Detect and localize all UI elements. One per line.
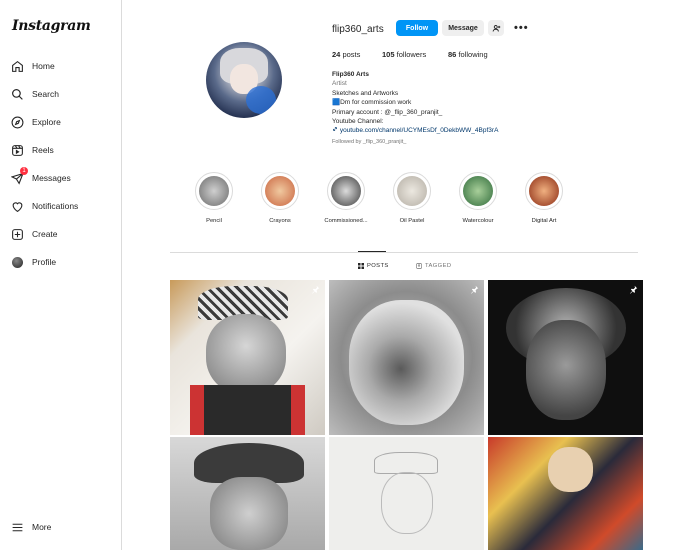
highlight-pencil[interactable]: Pencil	[184, 172, 244, 224]
heart-icon	[10, 199, 24, 213]
sidebar-item-messages[interactable]: 1 Messages	[10, 167, 71, 187]
pin-icon	[630, 285, 638, 294]
plus-square-icon	[10, 227, 24, 241]
sidebar-item-label: Reels	[32, 145, 54, 155]
bio-link[interactable]: youtube.com/channel/UCYMEsDf_0DekbWW_4Bp…	[332, 126, 498, 135]
sidebar-item-home[interactable]: Home	[10, 57, 55, 75]
reels-icon	[10, 143, 24, 157]
grid-icon	[358, 263, 364, 269]
post-thumbnail[interactable]	[170, 437, 325, 550]
add-person-icon	[492, 24, 500, 32]
highlight-digital-art[interactable]: Digital Art	[514, 172, 574, 224]
bio-line: 🟦Dm for commission work	[332, 99, 412, 107]
followers-link[interactable]: 105 followers	[382, 50, 426, 59]
pin-icon	[312, 285, 320, 294]
posts-count: 24 posts	[332, 50, 361, 59]
sidebar-item-label: Create	[32, 229, 58, 239]
post-thumbnail[interactable]	[488, 437, 643, 550]
sidebar-item-more[interactable]: More	[10, 518, 51, 536]
sidebar-item-search[interactable]: Search	[10, 85, 59, 103]
pin-icon	[471, 285, 479, 294]
bio-line[interactable]: Primary account : @_flip_360_pranjit_	[332, 108, 498, 117]
active-tab-indicator	[358, 251, 386, 252]
sidebar-item-create[interactable]: Create	[10, 225, 58, 243]
profile-username: flip360_arts	[332, 24, 384, 35]
sidebar-item-reels[interactable]: Reels	[10, 141, 54, 159]
tab-tagged[interactable]: TAGGED	[416, 263, 451, 269]
tag-icon	[416, 263, 422, 269]
sidebar-item-label: Explore	[32, 117, 61, 127]
notification-badge: 1	[20, 167, 28, 175]
profile-bio: Flip360 Arts Artist Sketches and Artwork…	[332, 70, 498, 136]
sidebar-item-label: More	[32, 522, 52, 532]
link-icon	[333, 127, 337, 132]
followed-by[interactable]: Followed by _flip_360_pranjit_	[332, 139, 406, 145]
compass-icon	[10, 115, 24, 129]
messenger-icon: 1	[10, 167, 28, 185]
suggest-user-button[interactable]	[488, 20, 504, 36]
profile-category: Artist	[332, 80, 347, 88]
options-button[interactable]: •••	[514, 22, 529, 34]
highlight-watercolour[interactable]: Watercolour	[448, 172, 508, 224]
bio-line: Sketches and Artworks	[332, 89, 399, 97]
sidebar: Instagram Home Search Explore Reels 1 Me…	[0, 0, 122, 550]
sidebar-item-label: Profile	[32, 257, 57, 267]
search-icon	[10, 87, 24, 101]
sidebar-item-profile[interactable]: Profile	[10, 253, 56, 271]
profile-main: flip360_arts Follow Message ••• 24 posts…	[122, 0, 686, 550]
bio-line: Youtube Channel:	[332, 118, 384, 126]
sidebar-item-label: Notifications	[32, 201, 79, 211]
home-icon	[10, 59, 24, 73]
sidebar-item-notifications[interactable]: Notifications	[10, 197, 78, 215]
tab-posts[interactable]: POSTS	[358, 263, 389, 269]
highlight-crayons[interactable]: Crayons	[250, 172, 310, 224]
hamburger-menu-icon	[10, 520, 24, 534]
sidebar-item-label: Home	[32, 61, 55, 71]
message-button[interactable]: Message	[442, 20, 484, 36]
post-thumbnail[interactable]	[329, 437, 484, 550]
sidebar-item-label: Search	[32, 89, 59, 99]
highlight-commissioned[interactable]: Commissioned...	[316, 172, 376, 224]
avatar	[10, 255, 24, 269]
following-link[interactable]: 86 following	[448, 50, 488, 59]
profile-display-name: Flip360 Arts	[332, 71, 369, 78]
instagram-logo[interactable]: Instagram	[12, 18, 91, 34]
follow-button[interactable]: Follow	[396, 20, 438, 36]
post-thumbnail[interactable]	[488, 280, 643, 435]
tabs-divider	[170, 252, 638, 253]
sidebar-item-label: Messages	[32, 173, 71, 183]
sidebar-item-explore[interactable]: Explore	[10, 113, 61, 131]
profile-avatar[interactable]	[206, 42, 282, 118]
highlight-oil-pastel[interactable]: Oil Pastel	[382, 172, 442, 224]
post-thumbnail[interactable]	[329, 280, 484, 435]
post-thumbnail[interactable]	[170, 280, 325, 435]
